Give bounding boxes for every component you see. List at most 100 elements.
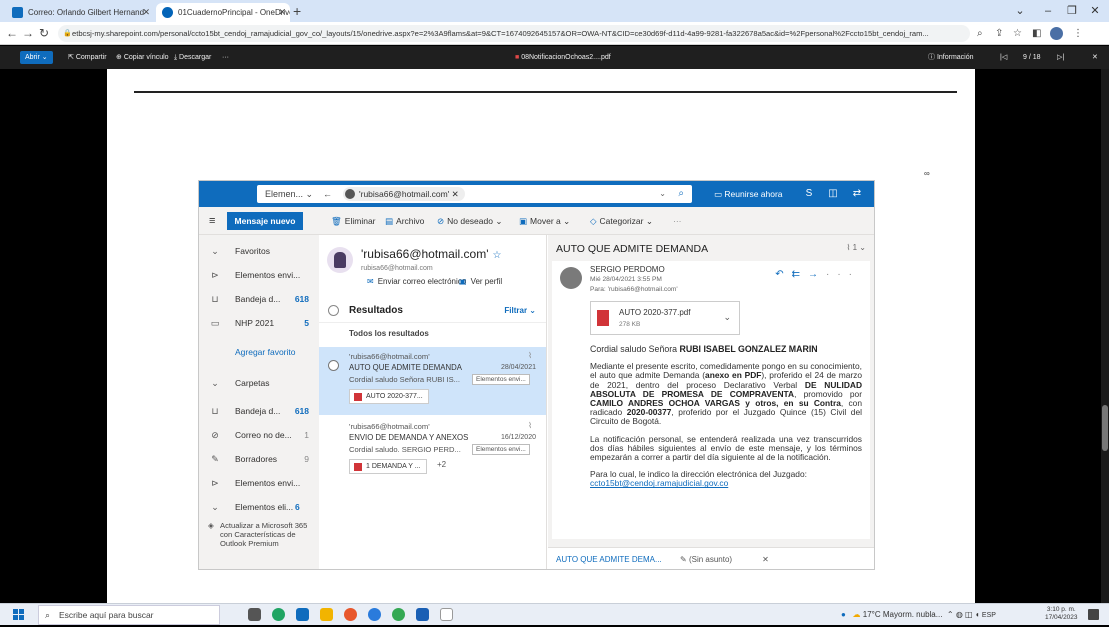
url-field[interactable]: 🔒 etbcsj-my.sharepoint.com/personal/ccto… bbox=[58, 25, 970, 42]
categorize-button[interactable]: ◇ Categorizar ⌄ bbox=[590, 207, 653, 235]
sound-icon[interactable]: ◖ bbox=[975, 610, 980, 619]
page-indicator[interactable]: 9 / 18 bbox=[1023, 46, 1041, 69]
archive-button[interactable]: ▤ Archivo bbox=[385, 207, 424, 235]
hamburger-icon[interactable]: ≡ bbox=[209, 213, 215, 229]
search-box[interactable]: Elemen... ⌄ ← 'rubisa66@hotmail.com' ✕ ⌄… bbox=[257, 185, 692, 203]
search-icon[interactable]: ⌕ bbox=[678, 185, 684, 203]
share-button[interactable]: ⇱ Compartir bbox=[68, 46, 107, 69]
tab-onedrive[interactable]: 01CuadernoPrincipal - OneDrive ✕ bbox=[156, 3, 290, 22]
info-button[interactable]: ⓘ Información bbox=[928, 46, 974, 69]
document-icon[interactable] bbox=[440, 608, 453, 621]
mail-icon[interactable] bbox=[296, 608, 309, 621]
reload-icon[interactable]: ↻ bbox=[39, 24, 49, 42]
nav-deleted[interactable]: ⌄ Elementos eli... 6 bbox=[199, 495, 319, 519]
folders-header[interactable]: ⌄ Carpetas bbox=[199, 371, 319, 395]
tray-arrow-icon[interactable]: ⌃ bbox=[947, 610, 954, 619]
star-icon[interactable]: ☆ bbox=[492, 250, 501, 261]
tab-auto-que-admite[interactable]: AUTO QUE ADMITE DEMA... bbox=[552, 548, 670, 569]
forward-icon[interactable]: → bbox=[22, 24, 34, 42]
clock[interactable]: 3:10 p. m. 17/04/2023 bbox=[1045, 606, 1078, 622]
nav-inbox[interactable]: ⊔ Bandeja d... 618 bbox=[199, 399, 319, 423]
list-item[interactable]: 'rubisa66@hotmail.com' ⌇ ENVIO DE DEMAND… bbox=[319, 417, 546, 485]
zoom-icon[interactable]: ⌕ bbox=[977, 25, 983, 42]
open-button[interactable]: Abrir ⌄ bbox=[20, 51, 53, 64]
volume-icon[interactable]: ◫ bbox=[965, 610, 973, 619]
search-pill[interactable]: 'rubisa66@hotmail.com' ✕ bbox=[343, 187, 465, 201]
close-icon[interactable]: ✕ bbox=[762, 555, 769, 564]
new-mail-button[interactable]: Mensaje nuevo bbox=[227, 212, 303, 230]
close-icon[interactable]: ✕ bbox=[278, 3, 286, 22]
weather-text[interactable]: 17°C Mayorm. nubla... bbox=[863, 610, 943, 619]
chrome-icon[interactable] bbox=[368, 608, 381, 621]
nav-drafts[interactable]: ✎ Borradores 9 bbox=[199, 447, 319, 471]
select-radio[interactable] bbox=[328, 360, 339, 371]
meet-now-button[interactable]: ▭ Reunirse ahora bbox=[714, 181, 783, 207]
close-viewer-icon[interactable]: ✕ bbox=[1092, 46, 1098, 69]
scrollbar-thumb[interactable] bbox=[1102, 405, 1108, 451]
delete-button[interactable]: 🗑 Eliminar bbox=[331, 207, 376, 235]
more-attachments-count[interactable]: +2 bbox=[437, 460, 446, 469]
copy-link-button[interactable]: ⊕ Copiar vínculo bbox=[116, 46, 169, 69]
download-button[interactable]: ⤓ Descargar bbox=[174, 46, 211, 69]
court-email-link[interactable]: ccto15bt@cendoj.ramajudicial.gov.co bbox=[590, 478, 728, 488]
task-view-icon[interactable] bbox=[248, 608, 261, 621]
chevron-down-icon[interactable]: ⌄ bbox=[659, 185, 666, 203]
attachment-chip[interactable]: 1 DEMANDA Y ... bbox=[349, 459, 427, 474]
file-explorer-icon[interactable] bbox=[320, 608, 333, 621]
contact-avatar[interactable] bbox=[327, 247, 353, 273]
add-favorite-link[interactable]: Agregar favorito bbox=[235, 347, 295, 357]
more-commands-button[interactable]: ··· bbox=[673, 207, 682, 235]
forward-icon[interactable]: → bbox=[808, 269, 826, 280]
view-profile-button[interactable]: ▣ Ver perfil bbox=[459, 277, 502, 286]
language-indicator[interactable]: ESP bbox=[982, 612, 996, 619]
profile-avatar[interactable] bbox=[1050, 27, 1063, 40]
list-item[interactable]: 'rubisa66@hotmail.com' ⌇ AUTO QUE ADMITE… bbox=[319, 347, 546, 415]
filter-button[interactable]: Filtrar ⌄ bbox=[504, 299, 536, 323]
message-count[interactable]: ⌇ 1 ⌄ bbox=[846, 243, 866, 252]
back-arrow-icon[interactable]: ← bbox=[323, 185, 332, 203]
nav-nhp[interactable]: ▭ NHP 2021 5 bbox=[199, 311, 319, 335]
tab-sin-asunto[interactable]: ✎ (Sin asunto) ✕ bbox=[676, 548, 796, 569]
attachment-chip[interactable]: AUTO 2020-377... bbox=[349, 389, 429, 404]
edge-icon[interactable] bbox=[272, 608, 285, 621]
more-menu-icon[interactable]: ⋮ bbox=[1073, 25, 1083, 42]
nav-sent[interactable]: ⊳ Elementos envi... bbox=[199, 471, 319, 495]
close-icon[interactable]: ✕ bbox=[142, 3, 150, 22]
nav-junk[interactable]: ⊘ Correo no de... 1 bbox=[199, 423, 319, 447]
tab-search-icon[interactable]: ⌄ bbox=[1006, 0, 1034, 22]
scrollbar[interactable] bbox=[1101, 69, 1109, 603]
office-icon[interactable]: ◫ bbox=[827, 188, 839, 200]
more-icon[interactable]: ··· bbox=[826, 269, 860, 280]
back-icon[interactable]: ← bbox=[6, 24, 18, 42]
favorites-header[interactable]: ⌄ Favoritos bbox=[199, 239, 319, 263]
new-tab-button[interactable]: + bbox=[293, 2, 301, 20]
attachment-card[interactable]: AUTO 2020-377.pdf 278 KB ⌄ bbox=[590, 301, 740, 335]
search-scope[interactable]: Elemen... ⌄ bbox=[265, 185, 313, 203]
reply-icon[interactable]: ↶ bbox=[775, 269, 791, 280]
help-icon[interactable]: ● bbox=[841, 610, 846, 619]
first-page-icon[interactable]: |◁ bbox=[1000, 46, 1007, 69]
skype-icon[interactable]: S bbox=[803, 188, 815, 200]
share-icon[interactable]: ⇪ bbox=[995, 25, 1003, 42]
word-icon[interactable] bbox=[416, 608, 429, 621]
nav-inbox-favorite[interactable]: ⊔ Bandeja d... 618 bbox=[199, 287, 319, 311]
sender-avatar[interactable] bbox=[560, 267, 582, 289]
chevron-down-icon[interactable]: ⌄ bbox=[723, 312, 731, 323]
close-window-button[interactable]: ✕ bbox=[1081, 0, 1109, 22]
star-icon[interactable]: ☆ bbox=[1013, 25, 1022, 42]
move-button[interactable]: ▣ Mover a ⌄ bbox=[519, 207, 570, 235]
taskbar-search[interactable]: ⌕ Escribe aquí para buscar bbox=[38, 605, 220, 625]
select-all-checkbox[interactable] bbox=[328, 305, 339, 316]
network-icon[interactable]: ◍ bbox=[956, 610, 963, 619]
notification-icon[interactable] bbox=[1088, 609, 1099, 620]
send-email-button[interactable]: ✉ Enviar correo electrónico bbox=[367, 277, 466, 286]
firefox-icon[interactable] bbox=[344, 608, 357, 621]
extensions-icon[interactable]: ◧ bbox=[1032, 25, 1041, 42]
reply-all-icon[interactable]: ⇇ bbox=[792, 269, 808, 280]
last-page-icon[interactable]: ▷| bbox=[1057, 46, 1064, 69]
feedback-icon[interactable]: ⇄ bbox=[851, 188, 863, 200]
tab-mail[interactable]: Correo: Orlando Gilbert Hernand ✕ bbox=[6, 3, 154, 22]
nav-sent-favorite[interactable]: ⊳ Elementos envi... bbox=[199, 263, 319, 287]
junk-button[interactable]: ⊘ No deseado ⌄ bbox=[437, 207, 502, 235]
chrome-profile-icon[interactable] bbox=[392, 608, 405, 621]
